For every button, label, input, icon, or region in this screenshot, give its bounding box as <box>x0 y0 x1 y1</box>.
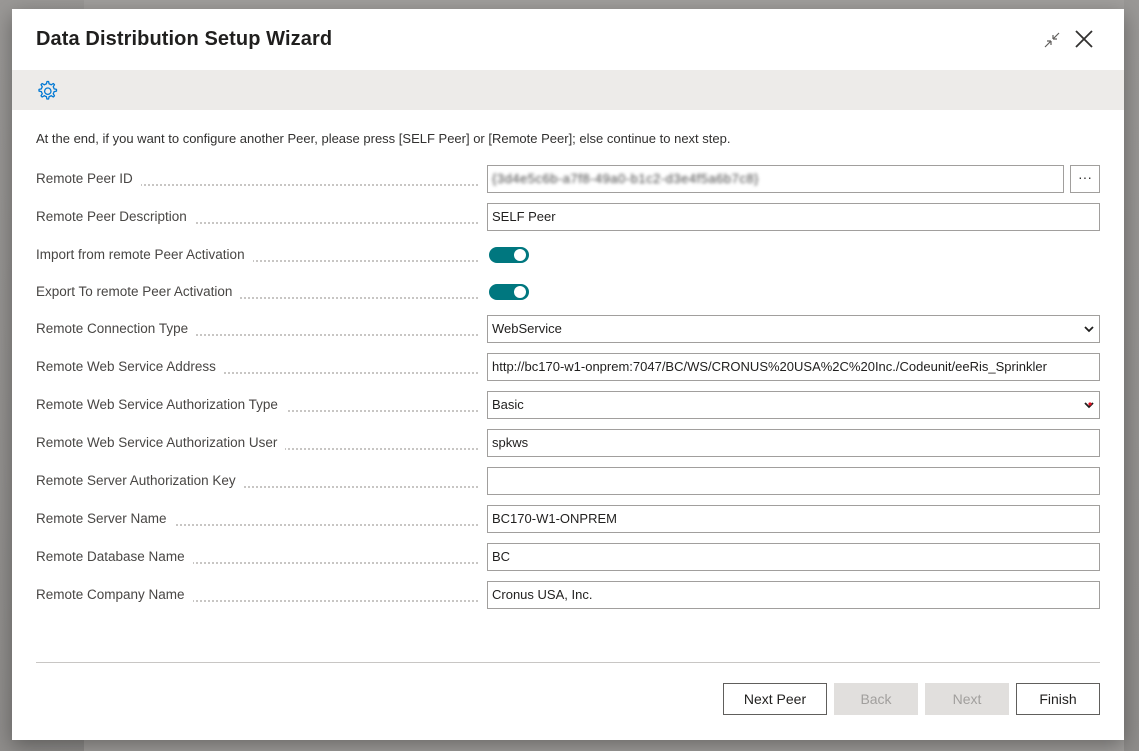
field-row-company-name: Remote Company Name Cronus USA, Inc. <box>36 581 1100 609</box>
chevron-down-icon <box>1084 326 1094 333</box>
remote-peer-description-field[interactable]: SELF Peer <box>487 203 1100 231</box>
field-row-import-activation: Import from remote Peer Activation <box>36 241 1100 269</box>
back-button[interactable]: Back <box>834 683 918 715</box>
footer-divider <box>36 662 1100 663</box>
field-row-remote-peer-description: Remote Peer Description SELF Peer <box>36 203 1100 231</box>
toggle-knob <box>514 286 526 298</box>
import-activation-toggle[interactable] <box>489 247 529 263</box>
collapse-icon[interactable] <box>1042 30 1062 50</box>
action-bar <box>12 70 1124 110</box>
database-name-label: Remote Database Name <box>36 549 193 564</box>
auth-type-label: Remote Web Service Authorization Type <box>36 397 286 412</box>
dialog-title: Data Distribution Setup Wizard <box>36 28 333 50</box>
auth-type-value: Basic <box>492 397 524 412</box>
remote-peer-id-field[interactable]: {3d4e5c6b-a7f8-49a0-b1c2-d3e4f5a6b7c8} <box>487 165 1064 193</box>
field-row-connection-type: Remote Connection Type WebService <box>36 315 1100 343</box>
close-icon[interactable] <box>1074 29 1094 49</box>
server-name-label: Remote Server Name <box>36 511 175 526</box>
remote-peer-id-label: Remote Peer ID <box>36 171 141 186</box>
export-activation-toggle[interactable] <box>489 284 529 300</box>
connection-type-value: WebService <box>492 321 562 336</box>
import-activation-label: Import from remote Peer Activation <box>36 247 253 262</box>
auth-key-field[interactable] <box>487 467 1100 495</box>
instruction-text: At the end, if you want to configure ano… <box>36 131 731 146</box>
lookup-button[interactable]: ··· <box>1070 165 1100 193</box>
database-name-field[interactable]: BC <box>487 543 1100 571</box>
chevron-down-icon <box>1084 402 1094 409</box>
field-row-export-activation: Export To remote Peer Activation <box>36 278 1100 306</box>
field-row-auth-key: Remote Server Authorization Key <box>36 467 1100 495</box>
connection-type-select[interactable]: WebService <box>487 315 1100 343</box>
company-name-label: Remote Company Name <box>36 587 193 602</box>
remote-peer-description-label: Remote Peer Description <box>36 209 195 224</box>
export-activation-label: Export To remote Peer Activation <box>36 284 241 299</box>
auth-user-field[interactable]: spkws <box>487 429 1100 457</box>
field-row-database-name: Remote Database Name BC <box>36 543 1100 571</box>
auth-user-label: Remote Web Service Authorization User <box>36 435 286 450</box>
field-row-web-service-address: Remote Web Service Address http://bc170-… <box>36 353 1100 381</box>
remote-peer-id-value: {3d4e5c6b-a7f8-49a0-b1c2-d3e4f5a6b7c8} <box>492 171 759 186</box>
gear-icon[interactable] <box>35 79 59 103</box>
toggle-knob <box>514 249 526 261</box>
web-service-address-field[interactable]: http://bc170-w1-onprem:7047/BC/WS/CRONUS… <box>487 353 1100 381</box>
finish-button[interactable]: Finish <box>1016 683 1100 715</box>
auth-key-label: Remote Server Authorization Key <box>36 473 244 488</box>
next-peer-button[interactable]: Next Peer <box>723 683 827 715</box>
auth-type-select[interactable]: Basic <box>487 391 1100 419</box>
server-name-field[interactable]: BC170-W1-ONPREM <box>487 505 1100 533</box>
company-name-field[interactable]: Cronus USA, Inc. <box>487 581 1100 609</box>
field-row-server-name: Remote Server Name BC170-W1-ONPREM <box>36 505 1100 533</box>
connection-type-label: Remote Connection Type <box>36 321 197 336</box>
next-button[interactable]: Next <box>925 683 1009 715</box>
web-service-address-label: Remote Web Service Address <box>36 359 224 374</box>
wizard-dialog: Data Distribution Setup Wizard At the en… <box>12 9 1124 740</box>
ellipsis-icon: ··· <box>1078 169 1092 185</box>
field-row-auth-type: Remote Web Service Authorization Type Ba… <box>36 391 1100 419</box>
field-row-remote-peer-id: Remote Peer ID {3d4e5c6b-a7f8-49a0-b1c2-… <box>36 165 1100 193</box>
field-row-auth-user: Remote Web Service Authorization User sp… <box>36 429 1100 457</box>
